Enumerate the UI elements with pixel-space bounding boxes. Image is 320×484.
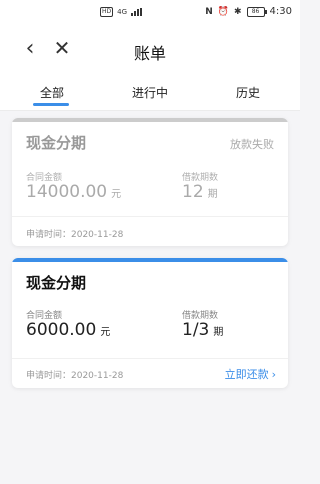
repay-now-label: 立即还款 [224, 368, 269, 381]
status-badge: 放款失败 [230, 138, 274, 151]
amount-number: 6000.00 [26, 320, 97, 340]
status-right: N ⏰ ✱ 86 4:30 [205, 6, 292, 17]
apply-time: 申请时间：2020-11-28 [26, 230, 124, 240]
amount-unit: 元 [100, 327, 111, 338]
active-tab-indicator [33, 103, 69, 106]
alarm-icon: ⏰ [217, 6, 229, 17]
amount-value: 6000.00 元 [26, 320, 110, 340]
page-title: 账单 [133, 44, 166, 63]
tab-bar: 全部 进行中 历史 [0, 74, 300, 111]
bill-card-failed[interactable]: 现金分期 放款失败 合同金额 14000.00 元 借款期数 12 期 申请时间：2… [12, 118, 288, 246]
card-accent-line [12, 118, 288, 122]
card-title: 现金分期 [26, 274, 87, 292]
battery-icon: 86 [246, 6, 267, 17]
card-accent-line [12, 258, 288, 262]
term-number: 1/3 [182, 320, 210, 340]
term-value: 12 期 [182, 182, 218, 202]
tab-history[interactable]: 历史 [208, 84, 288, 101]
term-unit: 期 [213, 327, 224, 338]
bill-card-active[interactable]: 现金分期 合同金额 6000.00 元 借款期数 1/3 期 申请时间：2020-1… [12, 258, 288, 388]
card-divider [12, 358, 288, 359]
status-time: 4:30 [269, 6, 292, 17]
nav-bar: ‹ ✕ 账单 [0, 26, 300, 74]
card-title: 现金分期 [26, 134, 87, 152]
term-unit: 期 [207, 189, 218, 200]
hd-icon: HD [100, 7, 114, 17]
chevron-right-icon: › [271, 368, 276, 381]
status-indicators: HD 4G [100, 7, 143, 17]
status-bar: HD 4G N ⏰ ✱ 86 4:30 [0, 0, 300, 26]
amount-number: 14000.00 [26, 182, 108, 202]
amount-unit: 元 [111, 189, 122, 200]
tab-in-progress[interactable]: 进行中 [110, 84, 190, 101]
repay-now-link[interactable]: 立即还款 › [225, 366, 276, 382]
signal-icon [131, 8, 143, 16]
tab-all[interactable]: 全部 [12, 84, 92, 101]
term-value: 1/3 期 [182, 320, 223, 340]
nfc-icon: N [205, 6, 213, 17]
term-number: 12 [182, 182, 204, 202]
apply-time: 申请时间：2020-11-28 [26, 371, 124, 381]
network-type: 4G [117, 8, 128, 16]
card-divider [12, 216, 288, 217]
bluetooth-icon: ✱ [233, 6, 242, 17]
amount-value: 14000.00 元 [26, 182, 121, 202]
